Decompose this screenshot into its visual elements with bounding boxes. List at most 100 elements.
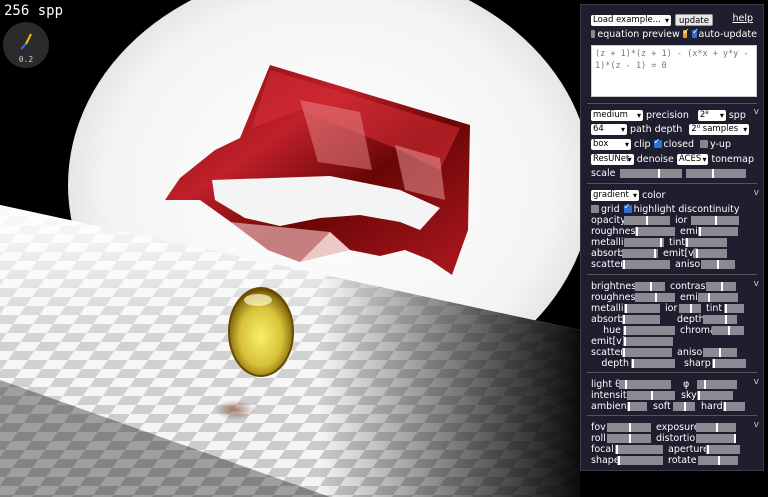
path-depth-select[interactable]: 64 [591,123,627,135]
color-label: color [642,189,666,201]
update-button[interactable]: update [675,14,713,26]
highlight-discontinuity-checkbox[interactable] [623,202,632,213]
distortion-slider[interactable] [696,433,736,443]
axis-gizmo[interactable]: 0.2 [3,22,49,68]
denoise-select[interactable]: ResUNet [591,153,634,165]
rotate-label: rotate [668,454,697,466]
roughness-slider[interactable] [635,226,675,236]
ambient-label: ambient [591,400,631,412]
emit-slider[interactable] [698,226,738,236]
samples-select[interactable]: 2⁰ samples [689,123,750,135]
exposure-slider[interactable] [696,422,736,432]
fov-slider[interactable] [607,422,651,432]
bg-aniso-label: aniso [677,346,703,358]
bg-tint-slider[interactable] [724,303,744,313]
bg-emit-v-slider[interactable] [623,336,673,346]
bg-metallic-slider[interactable] [624,303,660,313]
precision-row: medium precision 2⁸ spp [591,109,757,121]
sky-slider[interactable] [697,390,733,400]
aniso-slider[interactable] [701,259,735,269]
opacity-slider[interactable] [624,215,670,225]
auto-update-checkbox[interactable] [692,27,699,38]
bg-aniso-slider[interactable] [703,347,737,357]
ior-slider[interactable] [691,215,739,225]
shape-label: shape [591,454,620,466]
path-depth-row: 64 path depth 2⁰ samples [591,123,757,135]
section-divider [587,415,757,416]
scale-row: scale [591,167,757,179]
brightness-slider[interactable] [635,281,665,291]
bg-emit-slider[interactable] [698,292,738,302]
absorb-slider[interactable] [622,248,658,258]
auto-update-label: auto-update [698,28,757,40]
options-row: equation preview auto-update [591,27,757,40]
bg-hue-slider[interactable] [623,325,675,335]
metallic-slider[interactable] [624,237,664,247]
rotate-slider[interactable] [698,455,738,465]
scale-slider-2[interactable] [686,168,747,178]
intensity-label: intensity [591,389,633,401]
section-divider [587,372,757,373]
scatter-label: scatter [591,258,625,270]
light-phi-slider[interactable] [697,379,737,389]
bg-ior-slider[interactable] [679,303,701,313]
soft-slider[interactable] [673,401,695,411]
ior-label: ior [675,214,688,226]
soft-label: soft [653,400,671,412]
scatter-slider[interactable] [622,259,670,269]
bg-depth-slider[interactable] [703,314,737,324]
spp-select[interactable]: 2⁸ [697,109,726,121]
focal-slider[interactable] [615,444,663,454]
bg-roughness-slider[interactable] [635,292,675,302]
bg-depth-row: depth sharp [591,357,757,369]
bg-chroma-slider[interactable] [712,325,744,335]
opacity-label: opacity [591,214,626,226]
tonemap-label: tonemap [711,153,754,165]
denoise-label: denoise [636,153,674,165]
light-theta-slider[interactable] [619,379,671,389]
bg-depth-label: depth [677,313,705,325]
equation-preview-checkbox[interactable] [591,30,596,38]
grid-checkbox[interactable] [591,205,599,213]
closed-checkbox[interactable] [653,137,662,148]
brightness-label: brightness [591,280,642,292]
bg-scatter-slider[interactable] [622,347,672,357]
bg-absorb-slider[interactable] [622,314,660,324]
clip-select[interactable]: box [591,138,631,150]
section-divider [587,274,757,275]
emit-v-label: emit[v] [663,247,698,259]
clip-row: box clip closed y-up [591,137,757,150]
equation-editor[interactable]: (z + 1)*(z + 1) - (x*x + y*y - 1)*(z - 1… [591,45,757,97]
path-depth-label: path depth [630,123,683,135]
roughness-label: roughness [591,225,641,237]
aniso-label: aniso [675,258,701,270]
scale-slider-1[interactable] [620,168,683,178]
bg-emit-v-label: emit[v] [591,335,626,347]
hard-slider[interactable] [723,401,745,411]
emit-v-slider[interactable] [693,248,727,258]
y-up-checkbox[interactable] [700,140,709,148]
load-example-select[interactable]: Load example... [591,14,671,26]
aperture-slider[interactable] [706,444,740,454]
bg-sharp-label: sharp [684,357,711,369]
toolbar-row: Load example... update [591,14,757,26]
bg-scatter-label: scatter [591,346,625,358]
shape-slider[interactable] [617,455,663,465]
precision-select[interactable]: medium [591,109,643,121]
spp-label: spp [728,109,746,121]
tonemap-select[interactable]: ACES [676,153,709,165]
color-select[interactable]: gradient [591,189,639,201]
ambient-row: ambient soft hard [591,400,757,412]
bg-sharp-slider[interactable] [712,358,746,368]
gizmo-value: 0.2 [18,55,34,64]
tint-slider[interactable] [685,237,727,247]
metallic-label: metallic [591,236,629,248]
intensity-slider[interactable] [627,390,675,400]
ambient-slider[interactable] [627,401,647,411]
control-panel: help Load example... update equation pre… [580,4,764,471]
bg-depth2-slider[interactable] [631,358,675,368]
bg-absorb-label: absorb [591,313,624,325]
unused-checkbox[interactable] [682,27,690,38]
contrast-slider[interactable] [706,281,736,291]
roll-slider[interactable] [607,433,651,443]
